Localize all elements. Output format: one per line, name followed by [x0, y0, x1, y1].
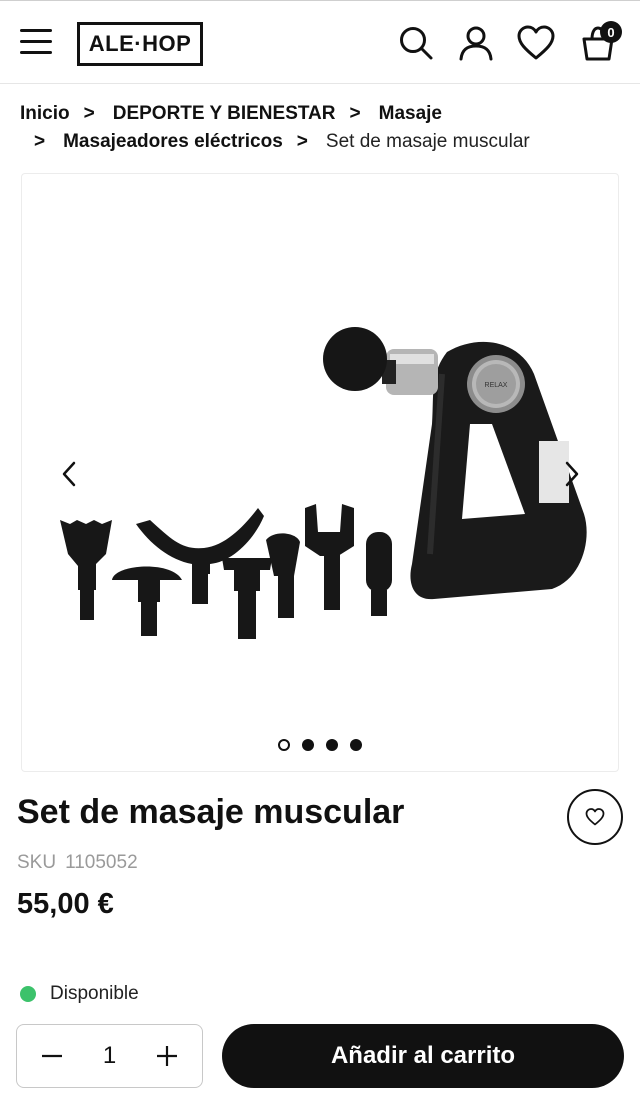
breadcrumb-current: Set de masaje muscular [325, 131, 530, 152]
quantity-value[interactable]: 1 [90, 1042, 130, 1070]
sku-label: SKU [17, 852, 57, 873]
account-icon[interactable] [456, 23, 496, 63]
breadcrumb-separator: > [296, 131, 308, 152]
gallery-next-chevron-right-icon[interactable] [557, 454, 587, 494]
gallery-dot-4[interactable] [350, 739, 362, 751]
site-header: ALE·HOP 0 [0, 0, 640, 84]
availability-dot-icon [20, 986, 36, 1002]
breadcrumb-link-deporte[interactable]: DEPORTE Y BIENESTAR [113, 100, 336, 128]
massage-gun-brand: RELAX [485, 382, 508, 389]
hamburger-menu-icon[interactable] [20, 29, 54, 57]
attachment-forked-flat [60, 520, 112, 620]
decrease-quantity-minus-icon[interactable] [37, 1041, 67, 1071]
search-icon[interactable] [396, 23, 436, 63]
cart-icon[interactable]: 0 [578, 21, 622, 63]
product-title: Set de masaje muscular [17, 793, 405, 831]
gallery-dot-1[interactable] [278, 739, 290, 751]
product-price: 55,00 € [17, 888, 114, 920]
breadcrumb: Inicio > DEPORTE Y BIENESTAR > Masaje > … [20, 100, 620, 156]
attachment-cylinder [366, 532, 392, 616]
attachment-bullet [266, 533, 300, 618]
attachment-fork [305, 504, 354, 610]
product-image-gallery[interactable]: RELAX [21, 173, 619, 772]
increase-quantity-plus-icon[interactable] [152, 1041, 182, 1071]
breadcrumb-separator: > [83, 103, 95, 124]
add-to-wishlist-button[interactable] [567, 789, 623, 845]
stock-status: Disponible [20, 983, 139, 1005]
cart-count-badge: 0 [600, 21, 622, 43]
add-to-cart-button[interactable]: Añadir al carrito [222, 1024, 624, 1088]
breadcrumb-separator: > [349, 103, 361, 124]
quantity-stepper: 1 [16, 1024, 203, 1088]
attachment-spiked-dome [112, 566, 182, 636]
attachment-flat-round [222, 558, 272, 639]
breadcrumb-link-inicio[interactable]: Inicio [20, 100, 70, 128]
breadcrumb-link-masajeadores[interactable]: Masajeadores eléctricos [63, 128, 283, 156]
brand-logo[interactable]: ALE·HOP [77, 22, 203, 66]
breadcrumb-link-masaje[interactable]: Masaje [379, 100, 442, 128]
wishlist-heart-icon[interactable] [516, 23, 556, 63]
availability-label: Disponible [50, 983, 139, 1004]
gallery-pagination [22, 739, 618, 751]
gallery-dot-3[interactable] [326, 739, 338, 751]
massage-ball-head [323, 327, 387, 391]
gallery-dot-2[interactable] [302, 739, 314, 751]
gallery-prev-chevron-left-icon[interactable] [54, 454, 84, 494]
product-sku: SKU 1105052 [17, 852, 138, 874]
breadcrumb-separator: > [34, 131, 46, 152]
sku-value: 1105052 [65, 852, 138, 873]
heart-icon [585, 808, 605, 826]
product-image: RELAX [60, 327, 587, 639]
